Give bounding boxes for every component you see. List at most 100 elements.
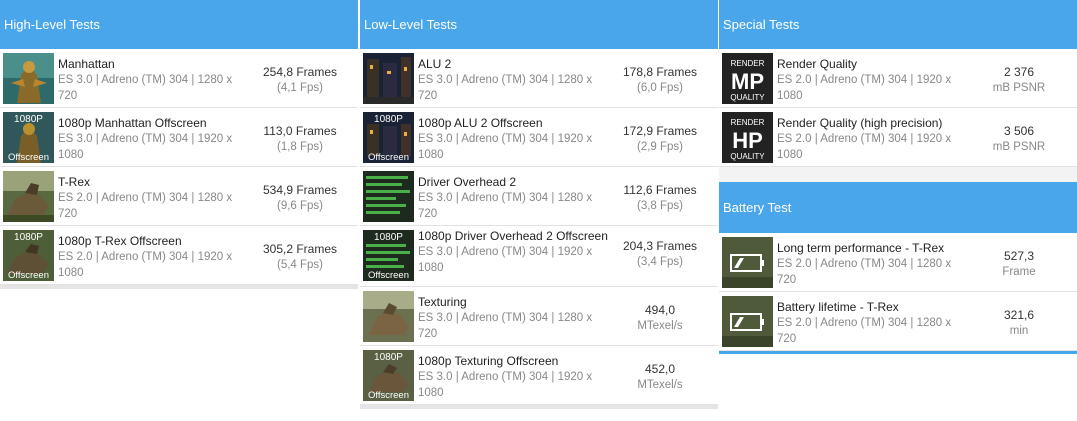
badge-offscreen: Offscreen <box>368 152 409 163</box>
test-score: 113,0 Frames <box>263 124 337 138</box>
test-config: ES 3.0 | Adreno (TM) 304 | 1920 x 1080 <box>58 133 233 161</box>
test-name: 1080p ALU 2 Offscreen <box>418 116 543 130</box>
test-config: ES 3.0 | Adreno (TM) 304 | 1920 x 1080 <box>418 133 593 161</box>
test-row-trex[interactable]: T-Rex ES 2.0 | Adreno (TM) 304 | 1280 x … <box>0 167 358 226</box>
test-config: ES 3.0 | Adreno (TM) 304 | 1920 x 1080 <box>418 246 593 274</box>
test-row-alu2[interactable]: ALU 2 ES 3.0 | Adreno (TM) 304 | 1280 x … <box>360 49 718 108</box>
test-unit: mB PSNR <box>992 82 1046 94</box>
test-name: T-Rex <box>58 175 91 189</box>
badge-offscreen: Offscreen <box>368 270 409 281</box>
driver-overhead-thumbnail <box>363 171 414 222</box>
manhattan-thumbnail <box>3 53 54 104</box>
svg-text:HP: HP <box>732 128 763 153</box>
test-score: 254,8 Frames <box>262 65 338 79</box>
driver-overhead-offscreen-thumbnail: 1080P Offscreen <box>363 230 414 281</box>
test-score: 204,3 Frames <box>622 239 698 253</box>
test-score: 305,2 Frames <box>262 242 338 256</box>
test-name: 1080p Driver Overhead 2 Offscreen <box>418 229 608 243</box>
test-fps: (6,0 Fps) <box>636 82 683 94</box>
special-tests-header: Special Tests <box>719 0 1077 49</box>
test-fps: (1,8 Fps) <box>276 141 323 153</box>
test-fps: (3,4 Fps) <box>636 256 683 268</box>
test-unit: MTexel/s <box>637 379 683 391</box>
test-fps: (5,4 Fps) <box>276 259 323 271</box>
test-row-1080p-driver-overhead-2-offscreen[interactable]: 1080P Offscreen 1080p Driver Overhead 2 … <box>360 226 718 287</box>
render-quality-mp-icon: RENDER MP QUALITY <box>722 53 773 104</box>
test-row-battery-lifetime[interactable]: Battery lifetime - T-Rex ES 2.0 | Adreno… <box>719 292 1077 351</box>
test-row-1080p-alu2-offscreen[interactable]: 1080P Offscreen 1080p ALU 2 Offscreen ES… <box>360 108 718 167</box>
test-score: 178,8 Frames <box>622 65 698 79</box>
badge-offscreen: Offscreen <box>368 390 409 401</box>
test-config: ES 3.0 | Adreno (TM) 304 | 1920 x 1080 <box>418 371 593 399</box>
test-row-render-quality[interactable]: RENDER MP QUALITY Render Quality ES 2.0 … <box>719 49 1077 108</box>
battery-test-header: Battery Test <box>719 182 1077 233</box>
svg-text:QUALITY: QUALITY <box>730 93 765 102</box>
test-config: ES 3.0 | Adreno (TM) 304 | 1280 x 720 <box>418 192 593 220</box>
battery-icon <box>722 296 773 347</box>
test-config: ES 3.0 | Adreno (TM) 304 | 1280 x 720 <box>418 312 593 340</box>
high-level-tests-panel: High-Level Tests Manhattan ES 3.0 | Adre… <box>0 0 358 289</box>
test-config: ES 2.0 | Adreno (TM) 304 | 1920 x 1080 <box>58 251 233 279</box>
test-row-long-term-performance[interactable]: Long term performance - T-Rex ES 2.0 | A… <box>719 233 1077 292</box>
battery-icon <box>722 237 773 288</box>
test-name: Render Quality <box>777 57 858 71</box>
test-name: Driver Overhead 2 <box>418 175 517 189</box>
test-row-1080p-manhattan-offscreen[interactable]: 1080P Offscreen 1080p Manhattan Offscree… <box>0 108 358 167</box>
svg-text:RENDER: RENDER <box>731 59 765 68</box>
test-config: ES 2.0 | Adreno (TM) 304 | 1280 x 720 <box>777 258 952 286</box>
section-end-bar <box>360 405 718 409</box>
test-score: 3 506 <box>1003 124 1035 138</box>
badge-1080p: 1080P <box>14 232 43 243</box>
test-name: 1080p T-Rex Offscreen <box>58 234 182 248</box>
test-score: 172,9 Frames <box>622 124 698 138</box>
test-fps: (9,6 Fps) <box>276 200 323 212</box>
test-score: 534,9 Frames <box>262 183 338 197</box>
test-row-driver-overhead-2[interactable]: Driver Overhead 2 ES 3.0 | Adreno (TM) 3… <box>360 167 718 226</box>
test-name: Texturing <box>418 295 467 309</box>
render-quality-hp-icon: RENDER HP QUALITY <box>722 112 773 163</box>
test-config: ES 2.0 | Adreno (TM) 304 | 1920 x 1080 <box>777 74 952 102</box>
badge-offscreen: Offscreen <box>8 152 49 163</box>
test-config: ES 2.0 | Adreno (TM) 304 | 1280 x 720 <box>777 317 952 345</box>
test-row-render-quality-high-precision[interactable]: RENDER HP QUALITY Render Quality (high p… <box>719 108 1077 167</box>
manhattan-offscreen-thumbnail: 1080P Offscreen <box>3 112 54 163</box>
test-score: 321,6 <box>1003 308 1035 322</box>
test-name: Long term performance - T-Rex <box>777 241 945 255</box>
test-unit: mB PSNR <box>992 141 1046 153</box>
test-row-1080p-trex-offscreen[interactable]: 1080P Offscreen 1080p T-Rex Offscreen ES… <box>0 226 358 285</box>
test-unit: MTexel/s <box>637 320 683 332</box>
test-row-texturing[interactable]: Texturing ES 3.0 | Adreno (TM) 304 | 128… <box>360 287 718 346</box>
test-score: 112,6 Frames <box>623 183 697 197</box>
low-level-tests-header: Low-Level Tests <box>360 0 718 49</box>
alu2-offscreen-thumbnail: 1080P Offscreen <box>363 112 414 163</box>
test-unit: Frame <box>1002 266 1036 278</box>
section-gap <box>719 167 1077 182</box>
test-fps: (4,1 Fps) <box>276 82 323 94</box>
section-end-bar <box>0 285 358 289</box>
test-score: 527,3 <box>1003 249 1035 263</box>
test-name: Battery lifetime - T-Rex <box>777 300 899 314</box>
svg-text:RENDER: RENDER <box>731 118 765 127</box>
test-fps: (3,8 Fps) <box>636 200 683 212</box>
test-name: Render Quality (high precision) <box>777 116 943 130</box>
trex-offscreen-thumbnail: 1080P Offscreen <box>3 230 54 281</box>
badge-1080p: 1080P <box>374 232 403 243</box>
test-name: Manhattan <box>58 57 115 71</box>
svg-text:MP: MP <box>731 69 764 94</box>
badge-offscreen: Offscreen <box>8 270 49 281</box>
test-row-1080p-texturing-offscreen[interactable]: 1080P Offscreen 1080p Texturing Offscree… <box>360 346 718 405</box>
badge-1080p: 1080P <box>14 114 43 125</box>
test-name: 1080p Texturing Offscreen <box>418 354 559 368</box>
test-row-manhattan[interactable]: Manhattan ES 3.0 | Adreno (TM) 304 | 128… <box>0 49 358 108</box>
test-config: ES 2.0 | Adreno (TM) 304 | 1920 x 1080 <box>777 133 952 161</box>
svg-text:QUALITY: QUALITY <box>730 152 765 161</box>
alu2-thumbnail <box>363 53 414 104</box>
test-name: 1080p Manhattan Offscreen <box>58 116 207 130</box>
trex-thumbnail <box>3 171 54 222</box>
section-end-bar <box>719 351 1077 354</box>
test-fps: (2,9 Fps) <box>636 141 683 153</box>
low-level-tests-panel: Low-Level Tests ALU 2 ES 3.0 | Adreno (T… <box>360 0 718 409</box>
badge-1080p: 1080P <box>374 352 403 363</box>
test-config: ES 3.0 | Adreno (TM) 304 | 1280 x 720 <box>418 74 593 102</box>
test-config: ES 3.0 | Adreno (TM) 304 | 1280 x 720 <box>58 74 233 102</box>
